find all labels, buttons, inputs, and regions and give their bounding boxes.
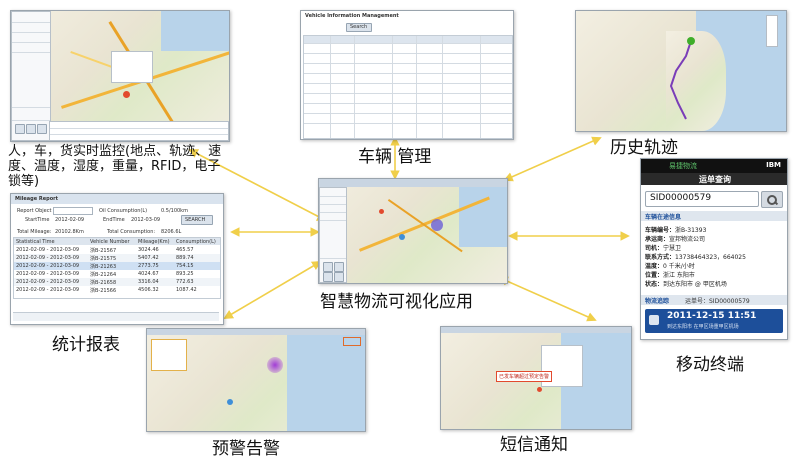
warning-top-right-box[interactable] <box>343 337 361 346</box>
map-marker-icon <box>227 399 233 405</box>
center-screenshot <box>318 178 508 284</box>
report-search-button[interactable]: SEARCH <box>181 215 213 225</box>
mobile-screenshot: 易捷物流 IBM 运单查询 SID00000579 车辆在途信息 车辆编号：浙B… <box>640 158 788 340</box>
mobile-search-input[interactable]: SID00000579 <box>645 191 759 207</box>
vehicle-mgmt-label: 车辆 管理 <box>358 147 432 167</box>
mobile-label: 移动终端 <box>676 355 744 375</box>
history-screenshot <box>575 10 787 132</box>
monitor-bottom-table <box>49 121 229 141</box>
mobile-field: 司机：宁慧卫 <box>645 245 682 252</box>
search-icon[interactable] <box>761 191 783 208</box>
table-row[interactable]: 2012-02-09 - 2012-03-09 浙B-21566 4506.32… <box>14 286 220 294</box>
report-title: Mileage Report <box>15 196 58 202</box>
map-marker-icon <box>431 219 443 231</box>
sms-screenshot: 已发车辆超过预定告警 <box>440 326 632 430</box>
center-side-panel <box>319 187 347 283</box>
arrow-history <box>503 136 602 182</box>
mobile-field: 车辆编号：浙B-31393 <box>645 227 707 234</box>
map-marker-icon <box>399 234 405 240</box>
mobile-field: 温度：0 千米/小时 <box>645 263 695 270</box>
vehicle-screen-title: Vehicle Information Management <box>305 13 399 19</box>
table-row[interactable]: 2012-02-09 - 2012-03-09 浙B-21263 2773.75… <box>14 262 220 270</box>
arrow-warning <box>223 261 322 319</box>
mobile-field: 承运商：宣邦物流公司 <box>645 236 706 243</box>
monitor-side-panel <box>11 11 51 141</box>
report-pager[interactable] <box>13 312 219 321</box>
table-row[interactable]: 2012-02-09 - 2012-03-09 浙B-21567 3024.46… <box>14 246 220 254</box>
monitor-popup <box>111 51 153 83</box>
table-row[interactable]: 2012-02-09 - 2012-03-09 浙B-21264 4024.67… <box>14 270 220 278</box>
warning-label: 预警告警 <box>212 439 280 459</box>
history-track-label: 历史轨迹 <box>610 138 678 158</box>
history-start-marker <box>687 37 695 45</box>
vehicle-search-button[interactable]: Search <box>346 23 372 32</box>
report-table: Statistical Time Vehicle Number Mileage(… <box>13 237 221 299</box>
mobile-brand: 易捷物流 <box>669 162 697 170</box>
mobile-top-bar: 易捷物流 IBM <box>641 159 787 173</box>
arrow-sms <box>498 276 597 322</box>
history-track-line <box>669 40 692 120</box>
map-icon <box>649 315 659 325</box>
sms-label: 短信通知 <box>500 435 568 455</box>
map-marker-icon <box>379 209 384 214</box>
stats-report-label: 统计报表 <box>52 335 120 355</box>
mobile-ibm-logo: IBM <box>766 161 781 169</box>
mobile-tracking-event[interactable]: 2011-12-15 11:51 到达东阳市 在甲区场重甲区机场 <box>645 309 783 333</box>
warning-hotspot <box>267 357 283 373</box>
monitor-screenshot <box>10 10 230 142</box>
center-app-label: 智慧物流可视化应用 <box>320 292 473 312</box>
mobile-field: 位置：浙江 东阳市 <box>645 272 695 279</box>
map-marker-icon <box>537 387 542 392</box>
vehicle-screenshot: Vehicle Information Management Search <box>300 10 514 140</box>
mobile-header: 运单查询 <box>641 173 787 185</box>
mobile-tracking-bar: 物流追踪 运单号：SID00000579 <box>641 295 787 305</box>
warning-screenshot <box>146 328 366 432</box>
sms-popup[interactable]: 已发车辆超过预定告警 <box>496 371 552 382</box>
mobile-field: 状态：到达东阳市 @ 甲区机场 <box>645 281 727 288</box>
mobile-section-bar: 车辆在途信息 <box>641 211 787 221</box>
table-row[interactable]: 2012-02-09 - 2012-03-09 浙B-21575 5407.42… <box>14 254 220 262</box>
table-row[interactable]: 2012-02-09 - 2012-03-09 浙B-21658 3316.04… <box>14 278 220 286</box>
report-screenshot: Mileage Report Report Object Oil Consump… <box>10 193 224 325</box>
vehicle-table <box>303 35 513 139</box>
warning-alert-panel <box>151 339 187 371</box>
monitor-label: 人，车，货实时监控(地点、轨迹、速 度、温度，湿度，重量，RFID，电子 锁等) <box>8 144 222 189</box>
report-object-input[interactable] <box>53 207 93 215</box>
map-marker-icon <box>123 91 130 98</box>
mobile-field: 联系方式：13738464323，664025 <box>645 254 746 261</box>
